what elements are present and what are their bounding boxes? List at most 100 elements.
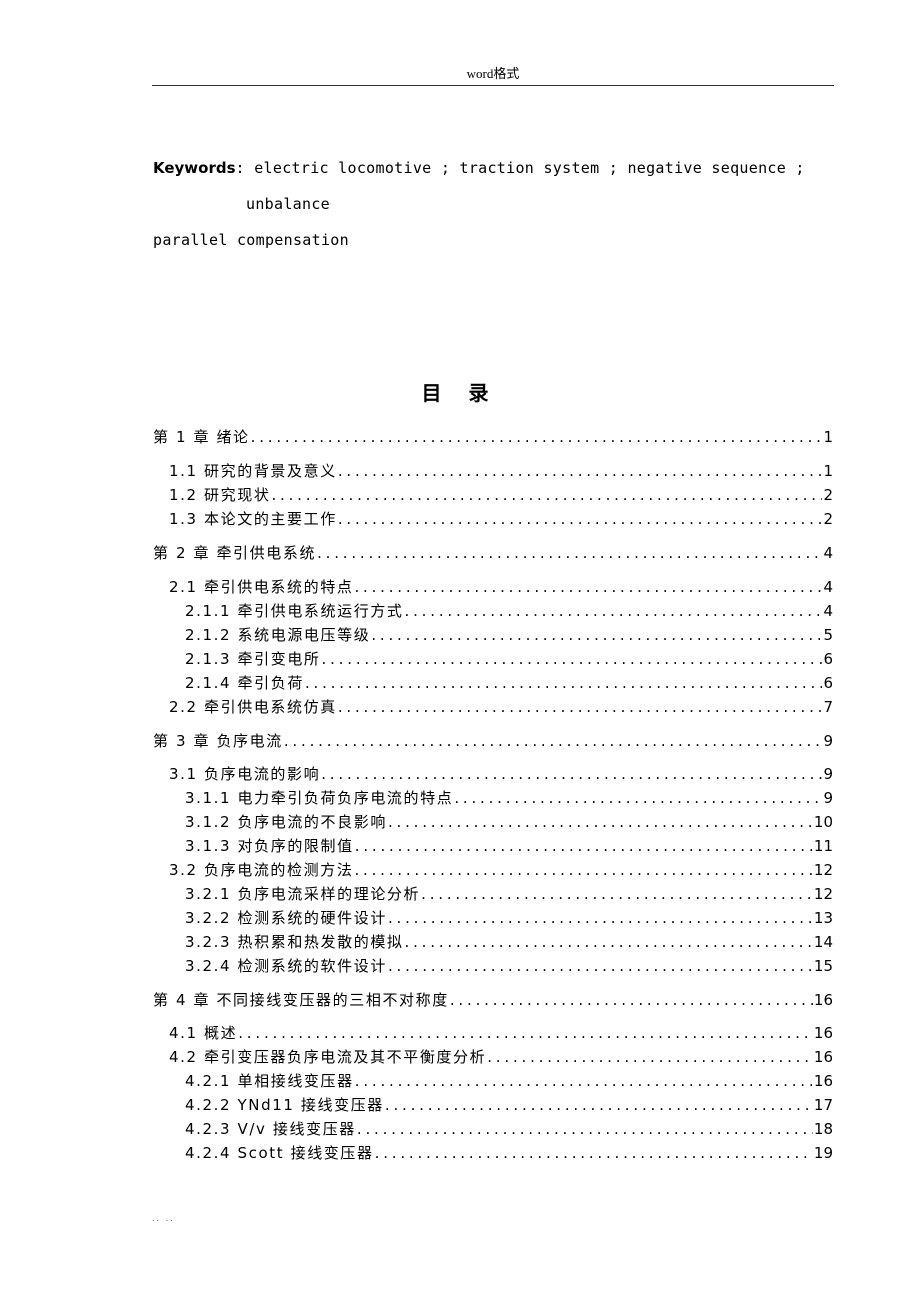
toc-entry-label: 3.1 负序电流的影响 <box>169 765 321 783</box>
toc-leader-dots <box>322 648 823 670</box>
toc-entry-page: 1 <box>823 428 833 446</box>
toc-entry-page: 9 <box>823 732 833 750</box>
page-header: word格式 <box>152 64 834 86</box>
toc-entry[interactable]: 2.1 牵引供电系统的特点 4 <box>169 576 833 598</box>
toc-entry-page: 16 <box>813 991 833 1009</box>
toc-entry[interactable]: 2.1.1 牵引供电系统运行方式 4 <box>185 600 833 622</box>
toc-leader-dots <box>305 672 823 694</box>
toc-entry-label: 1.2 研究现状 <box>169 486 271 504</box>
toc-entry[interactable]: 3.1.3 对负序的限制值 11 <box>185 835 833 857</box>
toc-leader-dots <box>357 1118 813 1140</box>
toc-entry[interactable]: 1.1 研究的背景及意义 1 <box>169 460 833 482</box>
toc-entry-page: 11 <box>813 837 833 855</box>
toc-entry[interactable]: 3.2.1 负序电流采样的理论分析 12 <box>185 883 833 905</box>
toc-leader-dots <box>284 730 823 752</box>
toc-entry-label: 第 2 章 牵引供电系统 <box>153 544 317 562</box>
toc-entry-label: 3.2 负序电流的检测方法 <box>169 861 354 879</box>
toc-entry-page: 16 <box>813 1048 833 1066</box>
toc-entry-page: 14 <box>813 933 833 951</box>
toc-entry-label: 4.2 牵引变压器负序电流及其不平衡度分析 <box>169 1048 487 1066</box>
toc-entry-page: 6 <box>823 650 833 668</box>
toc-entry-label: 4.2.2 YNd11 接线变压器 <box>185 1096 384 1114</box>
toc-entry[interactable]: 第 3 章 负序电流 9 <box>153 730 833 752</box>
toc-leader-dots <box>354 859 812 881</box>
toc-entry-page: 12 <box>813 861 833 879</box>
toc-entry[interactable]: 2.1.4 牵引负荷 6 <box>185 672 833 694</box>
toc-entry-label: 1.3 本论文的主要工作 <box>169 510 337 528</box>
toc-entry-label: 3.1.2 负序电流的不良影响 <box>185 813 387 831</box>
toc-entry-page: 18 <box>813 1120 833 1138</box>
toc-leader-dots <box>388 907 813 929</box>
toc-entry-label: 第 4 章 不同接线变压器的三相不对称度 <box>153 991 449 1009</box>
toc-entry-page: 17 <box>813 1096 833 1114</box>
toc-leader-dots <box>371 624 822 646</box>
toc-entry-page: 6 <box>823 674 833 692</box>
toc-entry-page: 15 <box>813 957 833 975</box>
toc-entry-label: 4.1 概述 <box>169 1024 238 1042</box>
toc-leader-dots <box>454 787 822 809</box>
toc-entry-label: 3.2.2 检测系统的硬件设计 <box>185 909 387 927</box>
toc-entry-label: 2.1.3 牵引变电所 <box>185 650 321 668</box>
toc-entry[interactable]: 4.2 牵引变压器负序电流及其不平衡度分析 16 <box>169 1046 833 1068</box>
toc-entry-page: 16 <box>813 1024 833 1042</box>
toc-entry-label: 3.2.1 负序电流采样的理论分析 <box>185 885 421 903</box>
toc-entry[interactable]: 3.1 负序电流的影响 9 <box>169 763 833 785</box>
toc-entry-label: 3.1.3 对负序的限制值 <box>185 837 354 855</box>
toc-leader-dots <box>338 696 823 718</box>
toc-entry[interactable]: 3.2.4 检测系统的软件设计 15 <box>185 955 833 977</box>
toc-entry-label: 2.1.1 牵引供电系统运行方式 <box>185 602 404 620</box>
toc-entry-label: 1.1 研究的背景及意义 <box>169 462 337 480</box>
toc-entry-label: 4.2.3 V/v 接线变压器 <box>185 1120 356 1138</box>
toc-entry[interactable]: 4.2.1 单相接线变压器 16 <box>185 1070 833 1092</box>
toc-entry-page: 16 <box>813 1072 833 1090</box>
toc-leader-dots <box>251 426 823 448</box>
toc-entry[interactable]: 4.2.2 YNd11 接线变压器 17 <box>185 1094 833 1116</box>
toc-entry[interactable]: 2.2 牵引供电系统仿真 7 <box>169 696 833 718</box>
toc-leader-dots <box>355 1070 813 1092</box>
toc-entry[interactable]: 第 4 章 不同接线变压器的三相不对称度 16 <box>153 989 833 1011</box>
toc-leader-dots <box>405 600 823 622</box>
toc-entry[interactable]: 3.2.2 检测系统的硬件设计 13 <box>185 907 833 929</box>
toc-entry-label: 第 1 章 绪论 <box>153 428 250 446</box>
toc-entry-label: 2.2 牵引供电系统仿真 <box>169 698 337 716</box>
toc-leader-dots <box>355 835 813 857</box>
toc-entry[interactable]: 1.3 本论文的主要工作 2 <box>169 508 833 530</box>
toc-leader-dots <box>421 883 813 905</box>
toc-entry[interactable]: 第 2 章 牵引供电系统 4 <box>153 542 833 564</box>
toc-entry-label: 3.1.1 电力牵引负荷负序电流的特点 <box>185 789 454 807</box>
toc-leader-dots <box>388 955 813 977</box>
toc-leader-dots <box>271 484 822 506</box>
toc-entry-page: 4 <box>823 578 833 596</box>
toc-leader-dots <box>238 1022 813 1044</box>
toc-entry-page: 12 <box>813 885 833 903</box>
toc-title: 目 录 <box>421 381 499 405</box>
toc-leader-dots <box>388 811 813 833</box>
toc-entry[interactable]: 1.2 研究现状 2 <box>169 484 833 506</box>
toc-entry[interactable]: 第 1 章 绪论 1 <box>153 426 833 448</box>
toc-entry[interactable]: 4.2.3 V/v 接线变压器 18 <box>185 1118 833 1140</box>
toc-entry[interactable]: 3.2 负序电流的检测方法 12 <box>169 859 833 881</box>
toc-entry[interactable]: 2.1.3 牵引变电所 6 <box>185 648 833 670</box>
toc-entry[interactable]: 3.2.3 热积累和热发散的模拟 14 <box>185 931 833 953</box>
toc-leader-dots <box>405 931 813 953</box>
toc-entry-page: 5 <box>823 626 833 644</box>
toc-leader-dots <box>338 508 823 530</box>
toc-entry-label: 2.1.4 牵引负荷 <box>185 674 304 692</box>
toc-leader-dots <box>375 1142 813 1164</box>
toc-entry[interactable]: 2.1.2 系统电源电压等级 5 <box>185 624 833 646</box>
toc-leader-dots <box>450 989 813 1011</box>
toc-leader-dots <box>385 1094 813 1116</box>
toc-entry-label: 4.2.4 Scott 接线变压器 <box>185 1144 374 1162</box>
toc-entry[interactable]: 4.2.4 Scott 接线变压器 19 <box>185 1142 833 1164</box>
toc-entry-page: 2 <box>823 486 833 504</box>
toc-leader-dots <box>487 1046 813 1068</box>
toc-entry[interactable]: 3.1.1 电力牵引负荷负序电流的特点 9 <box>185 787 833 809</box>
footer-marks: .. .. <box>152 1214 175 1223</box>
toc-entry-page: 10 <box>813 813 833 831</box>
toc-entry-page: 7 <box>823 698 833 716</box>
toc-entry-page: 9 <box>823 765 833 783</box>
toc-entry[interactable]: 3.1.2 负序电流的不良影响 10 <box>185 811 833 833</box>
toc-entry-page: 4 <box>823 602 833 620</box>
toc-entry-label: 4.2.1 单相接线变压器 <box>185 1072 354 1090</box>
toc-entry[interactable]: 4.1 概述 16 <box>169 1022 833 1044</box>
